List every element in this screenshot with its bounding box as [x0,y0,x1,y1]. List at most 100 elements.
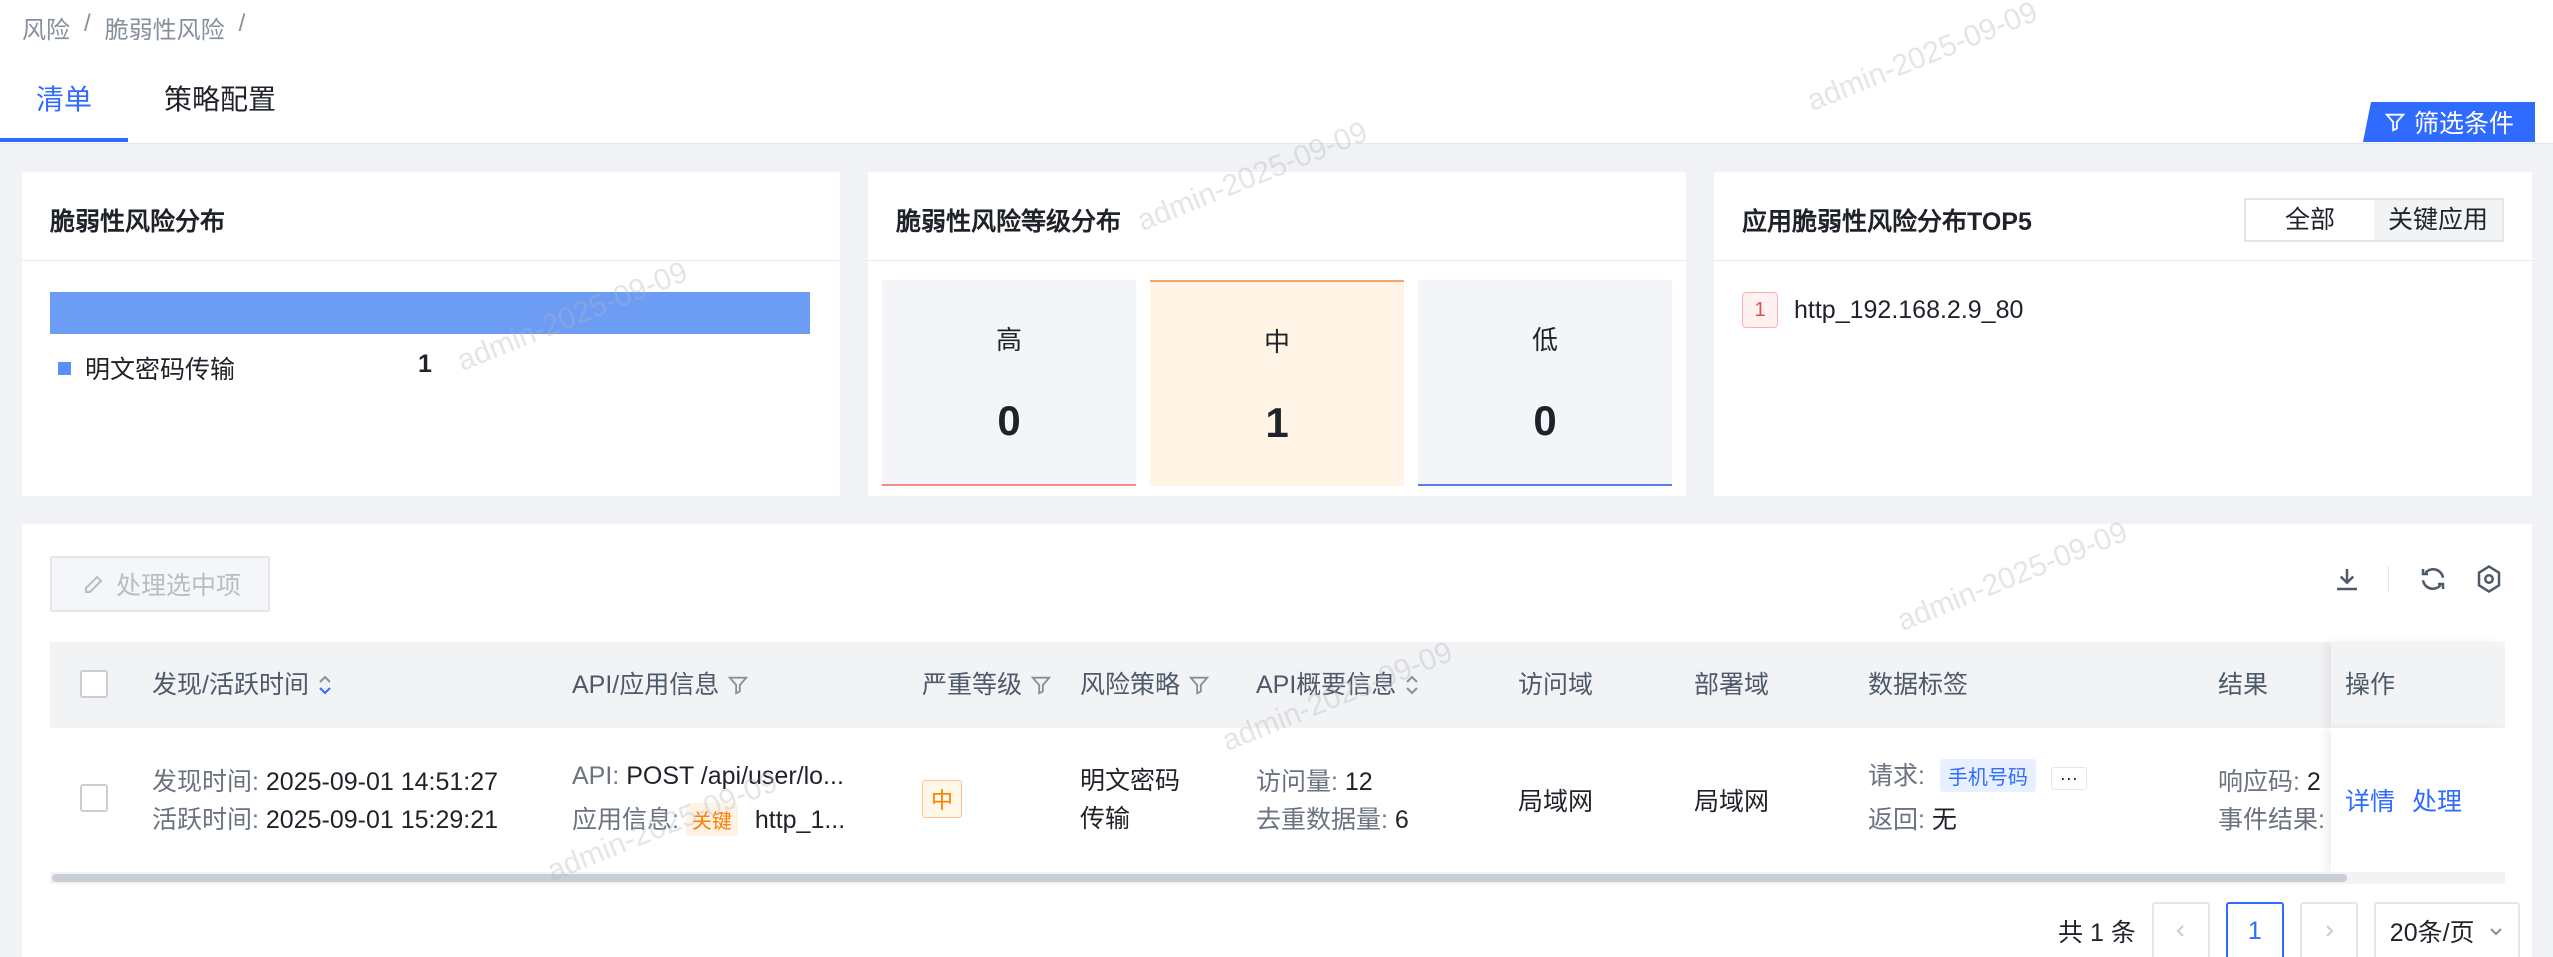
sort-icon[interactable] [317,673,333,697]
page-size-select[interactable]: 20条/页 [2373,902,2520,957]
next-page-button[interactable] [2299,902,2358,957]
col-api-summary-label: API概要信息 [1256,671,1397,699]
response-value: 无 [1931,806,1957,834]
legend-value: 1 [418,350,432,378]
tab-policy-config[interactable]: 策略配置 [128,82,312,142]
tab-list[interactable]: 清单 [0,82,129,142]
page-size-value: 20条/页 [2389,919,2475,947]
row-checkbox[interactable] [80,784,108,812]
segment-key-apps[interactable]: 关键应用 [2374,200,2502,240]
legend-label: 明文密码传输 [85,356,236,384]
tabs-divider [0,143,2553,144]
chevron-right-icon [2326,925,2334,937]
level-value: 0 [997,397,1021,444]
segment-all[interactable]: 全部 [2246,200,2374,240]
filter-icon[interactable] [727,674,749,696]
scope-segmented-control: 全部 关键应用 [2244,198,2504,242]
col-policy[interactable]: 风险策略 [1080,642,1210,728]
select-all-checkbox[interactable] [80,670,108,698]
breadcrumb-item-vuln-risk[interactable]: 脆弱性风险 [105,10,225,45]
process-selected-label: 处理选中项 [116,572,242,600]
col-severity[interactable]: 严重等级 [922,642,1052,728]
sort-icon[interactable] [1404,673,1420,697]
app-info[interactable]: 应用信息: 关键 http_1... [572,800,845,836]
col-deploy: 部署域 [1694,671,1770,699]
divider [22,260,840,261]
dedup-label: 去重数据量: [1256,806,1388,834]
event-result: 事件结果: [2218,800,2325,836]
divider [1714,260,2532,261]
api-value: POST /api/user/lo... [626,762,844,790]
breadcrumb-item-risk[interactable]: 风险 [22,10,70,45]
request-tags: 请求: 手机号码 ··· [1868,756,2087,792]
access-domain: 局域网 [1518,788,1594,816]
more-tags-button[interactable]: ··· [2050,767,2087,790]
chevron-left-icon [2176,925,2184,937]
handle-link[interactable]: 处理 [2412,788,2462,816]
divider [868,260,1686,261]
level-low[interactable]: 低 0 [1418,280,1672,486]
edit-icon [85,575,103,593]
breadcrumb: 风险 / 脆弱性风险 / [22,10,245,45]
col-time[interactable]: 发现/活跃时间 [152,642,333,728]
horizontal-scrollbar[interactable] [50,872,2505,884]
col-api-summary[interactable]: API概要信息 [1256,642,1420,728]
event-result-label: 事件结果: [2218,806,2325,834]
app-name: http_192.168.2.9_80 [1794,295,2024,324]
policy-cell: 明文密码 传输 [1080,762,1180,838]
refresh-icon[interactable] [2418,564,2448,594]
legend-item[interactable]: 明文密码传输 1 [58,350,432,386]
detail-link[interactable]: 详情 [2345,788,2395,816]
col-ops: 操作 [2345,671,2396,699]
filter-button[interactable]: 筛选条件 [2363,102,2535,142]
top5-item[interactable]: 1 http_192.168.2.9_80 [1742,292,2023,328]
api-info[interactable]: API: POST /api/user/lo... [572,762,844,791]
distribution-bar[interactable] [50,292,810,334]
col-api[interactable]: API/应用信息 [572,642,749,728]
found-time-value: 2025-09-01 14:51:27 [265,768,499,796]
app-label: 应用信息: [572,806,679,834]
col-result: 结果 [2218,671,2269,699]
process-selected-button[interactable]: 处理选中项 [50,556,270,612]
rank-badge: 1 [1742,292,1778,328]
filter-icon[interactable] [1030,674,1052,696]
col-access: 访问域 [1518,671,1594,699]
scrollbar-thumb[interactable] [52,874,2347,882]
ops-links: 详情 处理 [2345,782,2462,818]
tab-bar: 清单 策略配置 [0,82,312,144]
card-title: 脆弱性风险等级分布 [896,208,1122,236]
filter-icon[interactable] [1188,674,1210,696]
chevron-down-icon [2490,928,2502,936]
api-label: API: [572,762,620,790]
breadcrumb-separator: / [238,10,246,37]
level-medium[interactable]: 中 1 [1150,280,1404,486]
level-label: 低 [1531,325,1558,355]
visits-value: 12 [1344,768,1373,796]
risk-distribution-card: 脆弱性风险分布 明文密码传输 1 [22,172,840,496]
dedup-count: 去重数据量: 6 [1256,800,1409,836]
settings-icon[interactable] [2474,564,2504,594]
filter-icon [2384,113,2406,132]
level-value: 1 [1265,399,1289,446]
col-policy-label: 风险策略 [1080,671,1181,699]
policy-line: 明文密码 [1080,767,1181,795]
active-time: 活跃时间: 2025-09-01 15:29:21 [152,800,498,836]
visits: 访问量: 12 [1256,762,1373,798]
card-title: 应用脆弱性风险分布TOP5 [1742,208,2032,236]
ops-header: 操作 [2331,642,2505,728]
download-icon[interactable] [2332,564,2362,594]
filter-button-label: 筛选条件 [2413,110,2514,138]
level-label: 中 [1263,327,1290,357]
response-code-value: 2 [2306,768,2321,796]
level-high[interactable]: 高 0 [882,280,1136,486]
table-header: 发现/活跃时间 API/应用信息 严重等级 风险策略 API概要信息 访问域 部… [50,642,2505,728]
page-number[interactable]: 1 [2225,902,2284,957]
app-value: http_1... [754,806,846,834]
risk-table-card: 处理选中项 发现/活跃时间 API/应用信息 严重等级 风险策略 API概要信息… [22,524,2532,957]
top-area: 风险 / 脆弱性风险 / 清单 策略配置 筛选条件 [0,0,2553,144]
table-row[interactable]: 发现时间: 2025-09-01 14:51:27 活跃时间: 2025-09-… [50,728,2505,874]
phone-tag: 手机号码 [1939,759,2036,792]
prev-page-button[interactable] [2151,902,2210,957]
visits-label: 访问量: [1256,768,1338,796]
col-data-tags: 数据标签 [1868,671,1969,699]
